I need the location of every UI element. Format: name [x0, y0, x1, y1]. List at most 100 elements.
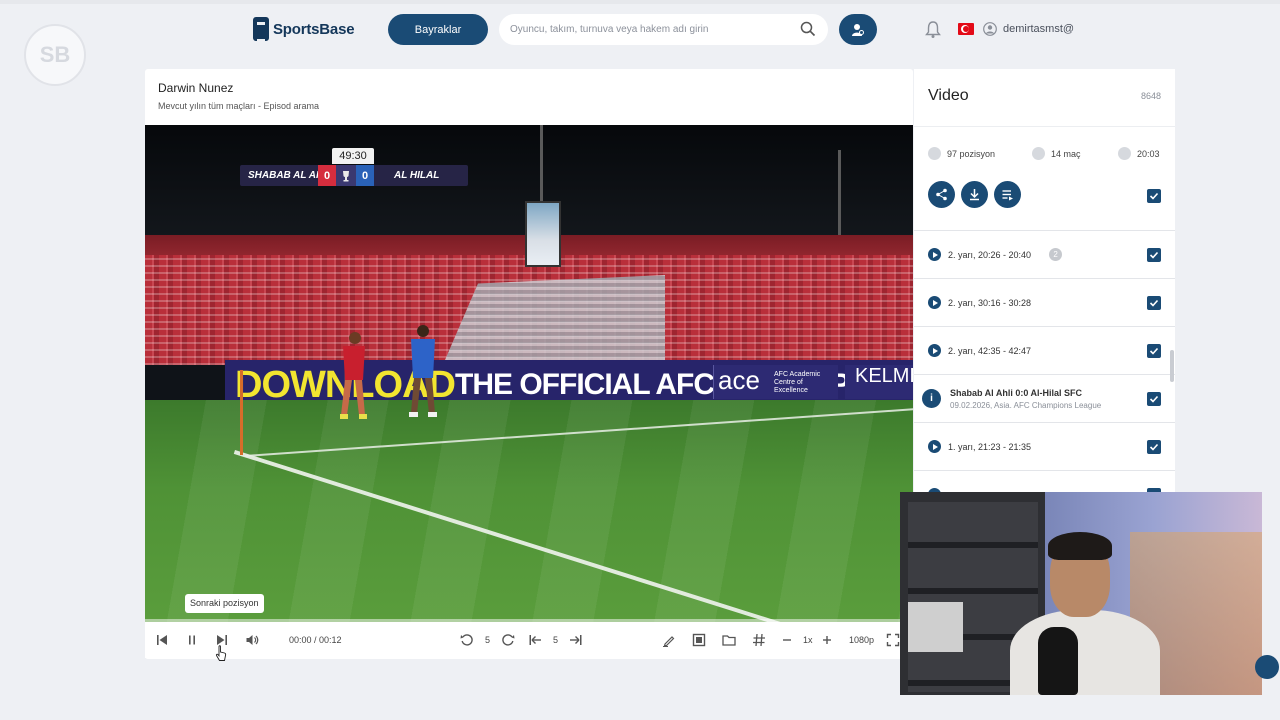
brand-mark-icon — [253, 17, 269, 42]
bell-icon[interactable] — [925, 21, 941, 39]
match-header-row[interactable]: i Shabab Al Ahli 0:0 Al-Hilal SFC 09.02.… — [914, 374, 1175, 422]
ad-kelme-board: KELME — [845, 365, 913, 399]
grid-hash-icon[interactable] — [752, 633, 766, 647]
football-pitch — [145, 400, 913, 622]
frame-icon[interactable] — [692, 633, 706, 647]
forward-icon[interactable] — [501, 633, 515, 647]
clip-label: 1. yarı, 21:23 - 21:35 — [948, 441, 1032, 452]
clip-label: 2. yarı, 20:26 - 20:40 — [948, 249, 1032, 260]
speed-increase-icon[interactable] — [820, 633, 834, 647]
matches-count: 14 maç — [1051, 148, 1081, 159]
player-search-button[interactable] — [839, 14, 877, 45]
info-icon[interactable]: i — [922, 389, 941, 408]
step-frames: 5 — [553, 635, 559, 645]
rewind-seconds: 5 — [485, 635, 491, 645]
clip-label: 2. yarı, 30:16 - 30:28 — [948, 297, 1032, 308]
quality-selector[interactable]: 1080p — [849, 635, 874, 645]
share-icon — [936, 188, 947, 201]
clip-list: 2. yarı, 20:26 - 20:40 2 2. yarı, 30:16 … — [914, 230, 1175, 494]
home-score: 0 — [318, 165, 336, 186]
clip-checkbox[interactable] — [1147, 440, 1161, 454]
volume-icon[interactable] — [245, 633, 259, 647]
player-controls: 00:00 / 00:12 5 5 1x 1080p — [145, 622, 913, 658]
speed-value: 1x — [803, 635, 813, 645]
player-blue-figure — [409, 325, 437, 417]
channel-watermark: SB — [24, 24, 86, 86]
rewind-icon[interactable] — [460, 633, 474, 647]
download-icon — [970, 189, 979, 201]
play-icon[interactable] — [928, 296, 941, 309]
webcam-overlay — [900, 492, 1262, 695]
clip-checkbox[interactable] — [1147, 248, 1161, 262]
clip-row[interactable]: 2. yarı, 20:26 - 20:40 2 — [914, 230, 1175, 278]
user-search-icon — [852, 23, 864, 36]
clip-row[interactable]: 2. yarı, 42:35 - 42:47 — [914, 326, 1175, 374]
next-position-tooltip: Sonraki pozisyon — [185, 594, 264, 613]
brand-name: SportsBase — [273, 20, 355, 38]
select-all-checkbox[interactable] — [1147, 189, 1161, 203]
folder-icon[interactable] — [722, 633, 736, 647]
match-checkbox[interactable] — [1147, 392, 1161, 406]
step-forward-icon[interactable] — [569, 633, 583, 647]
search-icon[interactable] — [800, 21, 816, 37]
webcam-poster — [908, 602, 963, 652]
match-subtitle: 09.02.2026, Asia. AFC Champions League — [950, 400, 1102, 410]
share-button[interactable] — [928, 181, 955, 208]
scoreboard: SHABAB AL AHLI 0 0 AL HILAL — [240, 165, 468, 186]
fullscreen-icon[interactable] — [886, 633, 900, 647]
clip-row[interactable] — [914, 470, 1175, 494]
chat-widget-icon[interactable] — [1255, 655, 1279, 679]
clip-checkbox[interactable] — [1147, 296, 1161, 310]
user-avatar-icon[interactable] — [983, 22, 997, 36]
ad-ace-text: ace — [718, 365, 760, 395]
download-button[interactable] — [961, 181, 988, 208]
video-panel: Video 8648 97 pozisyon 14 maç 20:03 2. y… — [914, 69, 1175, 494]
ad-ace-board: ace AFC Academic Centre of Excellence — [713, 365, 838, 399]
flags-button[interactable]: Bayraklar — [388, 14, 488, 45]
webcam-person-hair — [1048, 532, 1112, 560]
playlist-button[interactable] — [994, 181, 1021, 208]
brand-logo[interactable]: SportsBase — [253, 17, 355, 42]
stadium-screen — [525, 201, 561, 267]
speed-decrease-icon[interactable] — [780, 633, 794, 647]
corner-flag — [240, 370, 243, 455]
stadium-stands-gray — [445, 275, 665, 360]
mouse-cursor-icon — [215, 645, 227, 661]
matches-stat: 14 maç — [1032, 147, 1081, 160]
clock-icon — [1118, 147, 1131, 160]
watermark-text: SB — [39, 42, 71, 67]
username[interactable]: demirtasmst@ — [1003, 23, 1074, 35]
panel-actions — [928, 181, 1021, 208]
match-info: Shabab Al Ahli 0:0 Al-Hilal SFC 09.02.20… — [950, 388, 1101, 410]
match-clock: 49:30 — [332, 148, 374, 164]
play-icon[interactable] — [928, 344, 941, 357]
player-red-figure — [340, 332, 367, 419]
panel-count: 8648 — [1140, 91, 1161, 101]
trophy-icon — [336, 165, 356, 186]
webcam-microphone — [1038, 627, 1078, 695]
time-display: 00:00 / 00:12 — [289, 635, 342, 645]
clip-row[interactable]: 2. yarı, 30:16 - 30:28 — [914, 278, 1175, 326]
clip-row[interactable]: 1. yarı, 21:23 - 21:35 — [914, 422, 1175, 470]
duration-stat: 20:03 — [1118, 147, 1160, 160]
divider — [914, 126, 1175, 127]
video-player[interactable]: DOWNLOAD THE OFFICIAL AFC LIVE APP aceAF… — [145, 125, 913, 622]
clip-badge: 2 — [1049, 248, 1063, 261]
clip-label: 2. yarı, 42:35 - 42:47 — [948, 345, 1032, 356]
step-back-icon[interactable] — [528, 633, 542, 647]
positions-count: 97 pozisyon — [947, 148, 996, 159]
player-name: Darwin Nunez — [158, 81, 234, 95]
play-circle-icon — [928, 147, 941, 160]
play-icon[interactable] — [928, 440, 941, 453]
play-icon[interactable] — [928, 248, 941, 261]
draw-icon[interactable] — [662, 633, 676, 647]
clip-checkbox[interactable] — [1147, 344, 1161, 358]
search-input[interactable] — [510, 24, 795, 35]
language-flag-icon[interactable] — [958, 23, 974, 35]
pause-icon[interactable] — [185, 633, 199, 647]
away-score: 0 — [356, 165, 374, 186]
search-bar[interactable] — [499, 14, 828, 45]
ad-ace-sub: AFC Academic Centre of Excellence — [774, 371, 821, 394]
panel-scrollbar[interactable] — [1170, 350, 1174, 382]
previous-icon[interactable] — [155, 633, 169, 647]
